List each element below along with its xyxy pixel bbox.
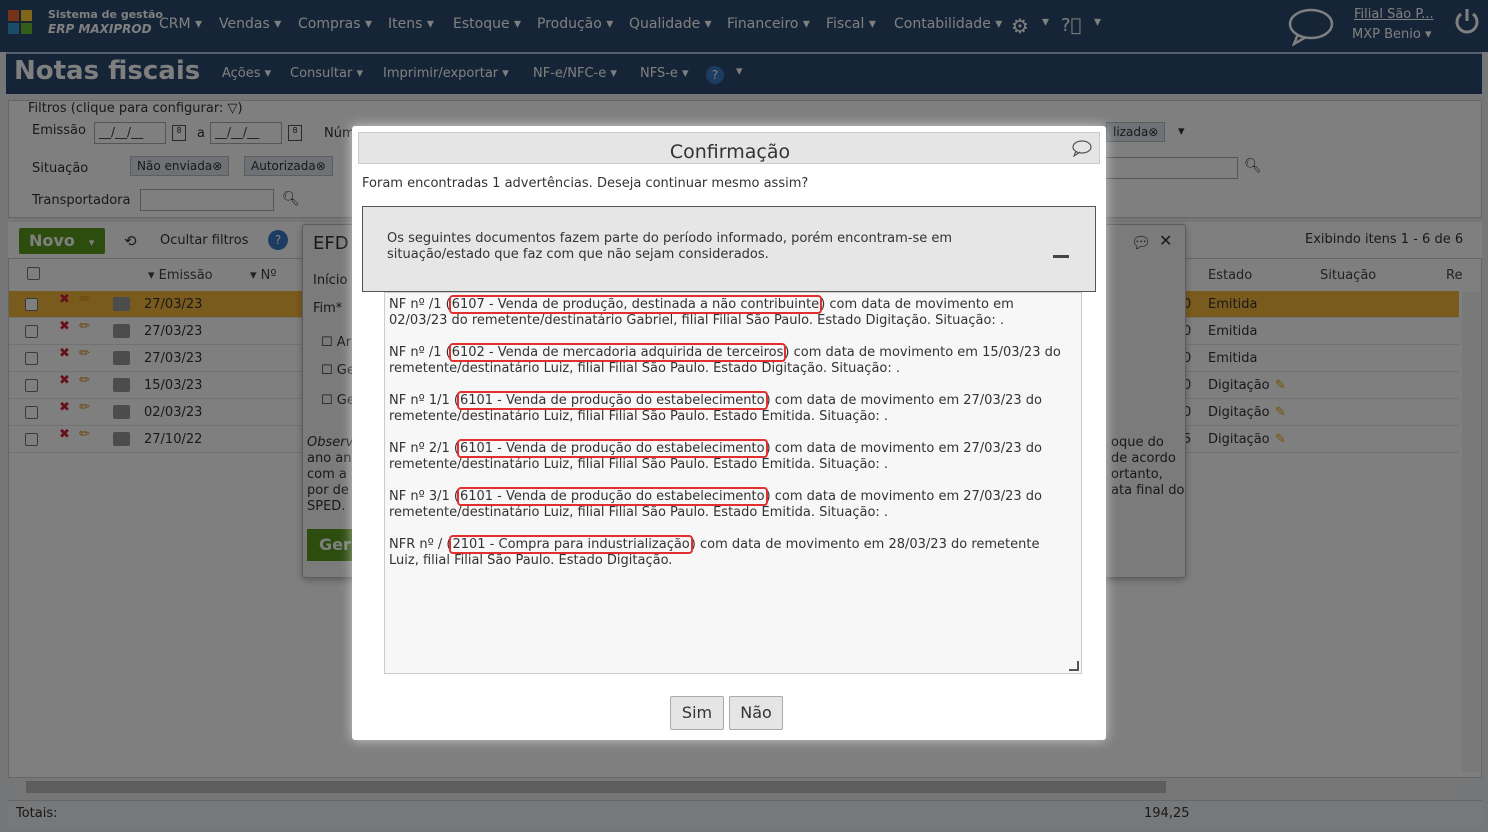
- dialog-title: Confirmação: [669, 141, 791, 163]
- warning-text: Os seguintes documentos fazem parte do p…: [387, 231, 953, 262]
- collapse-icon[interactable]: [1053, 255, 1069, 258]
- warning-item: NF nº 2/1 (6101 - Venda de produção do e…: [389, 439, 1042, 472]
- warning-item: NFR nº / (2101 - Compra para industriali…: [389, 535, 1040, 568]
- cfop-highlight: 6107 - Venda de produção, destinada a nã…: [448, 295, 823, 314]
- cfop-highlight: 6102 - Venda de mercadoria adquirida de …: [448, 343, 787, 362]
- chat-icon[interactable]: [1071, 139, 1093, 157]
- details-textarea[interactable]: NF nº /1 (6107 - Venda de produção, dest…: [384, 292, 1082, 674]
- warning-panel: Os seguintes documentos fazem parte do p…: [362, 206, 1096, 292]
- yes-button[interactable]: Sim: [670, 696, 724, 730]
- warning-item: NF nº /1 (6107 - Venda de produção, dest…: [389, 295, 1014, 328]
- confirmation-dialog: Confirmação Foram encontradas 1 advertên…: [352, 126, 1106, 740]
- dialog-titlebar: Confirmação: [358, 132, 1100, 164]
- dialog-message: Foram encontradas 1 advertências. Deseja…: [362, 176, 809, 191]
- cfop-highlight: 6101 - Venda de produção do estabelecime…: [456, 391, 768, 410]
- cfop-highlight: 2101 - Compra para industrialização: [449, 535, 693, 554]
- cfop-highlight: 6101 - Venda de produção do estabelecime…: [456, 487, 768, 506]
- no-button[interactable]: Não: [729, 696, 783, 730]
- warning-item: NF nº /1 (6102 - Venda de mercadoria adq…: [389, 343, 1061, 376]
- resize-handle-icon[interactable]: [1069, 661, 1079, 671]
- cfop-highlight: 6101 - Venda de produção do estabelecime…: [456, 439, 768, 458]
- warning-item: NF nº 3/1 (6101 - Venda de produção do e…: [389, 487, 1042, 520]
- warning-item: NF nº 1/1 (6101 - Venda de produção do e…: [389, 391, 1042, 424]
